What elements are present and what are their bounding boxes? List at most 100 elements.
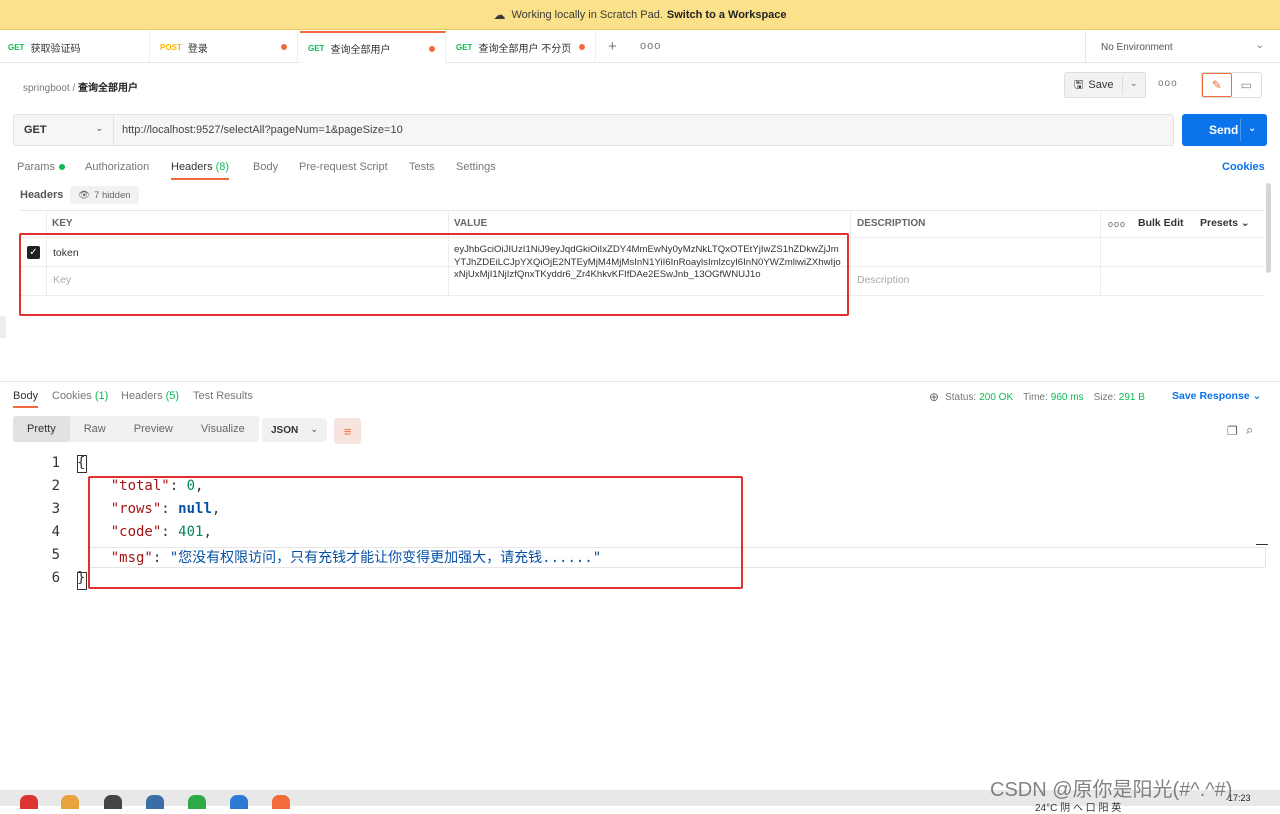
chrome-icon[interactable]	[20, 795, 38, 809]
tab-body[interactable]: Body	[253, 161, 278, 173]
url-input[interactable]: http://localhost:9527/selectAll?pageNum=…	[114, 124, 403, 136]
code-line-6[interactable]: }	[77, 570, 85, 586]
new-description-input[interactable]: Description	[857, 274, 910, 286]
tab-settings[interactable]: Settings	[456, 161, 496, 173]
tab-params[interactable]: Params	[17, 161, 65, 173]
unsaved-dot	[429, 46, 435, 52]
comments-icon[interactable]: ▭	[1232, 73, 1261, 97]
time-label: Time:	[1023, 391, 1048, 403]
edit-icon[interactable]: ✎	[1202, 73, 1232, 97]
scratchpad-banner: ☁ Working locally in Scratch Pad. Switch…	[0, 0, 1280, 30]
tab-label: 查询全部用户	[330, 44, 391, 56]
bulk-edit-button[interactable]: Bulk Edit	[1138, 217, 1184, 229]
breadcrumb-request[interactable]: 查询全部用户	[78, 83, 138, 94]
view-raw[interactable]: Raw	[70, 416, 120, 442]
col-key: KEY	[52, 218, 73, 229]
search-icon[interactable]: ⌕	[1246, 422, 1253, 438]
resize-handle[interactable]	[0, 316, 6, 338]
hidden-headers-toggle[interactable]: 👁 7 hidden	[70, 186, 139, 204]
res-tab-headers[interactable]: Headers (5)	[121, 390, 179, 402]
line-number: 5	[51, 547, 60, 563]
res-tab-test-results[interactable]: Test Results	[193, 390, 253, 402]
divider	[1122, 76, 1123, 94]
folder-icon[interactable]	[61, 795, 79, 809]
code-line-1[interactable]: {	[77, 455, 85, 471]
cookies-link[interactable]: Cookies	[1222, 161, 1265, 173]
postman-icon[interactable]	[272, 795, 290, 809]
app-icon[interactable]	[104, 795, 122, 809]
breadcrumb-collection[interactable]: springboot	[23, 83, 70, 94]
chevron-down-icon[interactable]: ⌄	[1248, 123, 1256, 134]
res-cookies-label: Cookies	[52, 390, 92, 402]
tab-method: GET	[308, 43, 325, 53]
res-tab-cookies[interactable]: Cookies (1)	[52, 390, 108, 402]
line-number: 1	[51, 455, 60, 471]
column-options-icon[interactable]: ooo	[1108, 219, 1126, 229]
tab-authorization[interactable]: Authorization	[85, 161, 149, 173]
response-divider[interactable]	[0, 381, 1280, 382]
environment-label: No Environment	[1101, 41, 1173, 53]
tab-label: 获取验证码	[30, 43, 81, 55]
time-value[interactable]: 960 ms	[1051, 392, 1084, 403]
token-highlight-box	[19, 233, 849, 316]
tab-label: 查询全部用户 不分页	[478, 43, 572, 55]
banner-text: Working locally in Scratch Pad.	[511, 8, 663, 21]
tab-get-captcha[interactable]: GET 获取验证码	[0, 31, 150, 63]
environment-select[interactable]: No Environment ⌄	[1085, 31, 1280, 63]
line-number: 6	[51, 570, 60, 586]
edge-icon[interactable]	[230, 795, 248, 809]
eye-icon: 👁	[78, 189, 91, 201]
tab-tests[interactable]: Tests	[409, 161, 435, 173]
send-button[interactable]: Send ⌄	[1182, 114, 1267, 146]
tab-params-label: Params	[17, 161, 55, 173]
format-label: JSON	[271, 424, 299, 436]
format-select[interactable]: JSON ⌄	[262, 418, 327, 442]
save-label: Save	[1088, 79, 1114, 91]
breadcrumb: springboot / 查询全部用户	[23, 79, 138, 94]
response-highlight-box	[88, 476, 743, 589]
col-description: DESCRIPTION	[857, 218, 926, 229]
chevron-down-icon: ⌄	[95, 123, 103, 133]
method-select[interactable]: GET ⌄	[14, 115, 114, 145]
new-tab-icon[interactable]: +	[608, 38, 617, 55]
chevron-down-icon: ⌄	[1255, 40, 1264, 51]
tab-query-all-users-no-page[interactable]: GET 查询全部用户 不分页	[448, 31, 596, 63]
response-meta: ⊕ Status: 200 OK Time: 960 ms Size: 291 …	[929, 390, 1155, 404]
view-visualize[interactable]: Visualize	[187, 416, 259, 442]
save-button[interactable]: 🖫 Save ⌄	[1064, 72, 1146, 98]
col-value: VALUE	[454, 218, 488, 229]
wechat-icon[interactable]	[188, 795, 206, 809]
view-preview[interactable]: Preview	[120, 416, 187, 442]
res-tab-body[interactable]: Body	[13, 390, 39, 408]
side-panel-toggles: ✎ ▭	[1201, 72, 1262, 98]
unsaved-dot	[281, 44, 287, 50]
copy-icon[interactable]: ❐	[1227, 424, 1238, 438]
size-value[interactable]: 291 B	[1119, 392, 1145, 403]
tab-prerequest-script[interactable]: Pre-request Script	[299, 161, 388, 173]
status-value[interactable]: 200 OK	[979, 392, 1013, 403]
line-number: 3	[51, 501, 60, 517]
res-headers-label: Headers	[121, 390, 163, 402]
more-tabs-icon[interactable]: ooo	[640, 40, 661, 52]
tab-query-all-users[interactable]: GET 查询全部用户	[300, 31, 446, 63]
save-response-button[interactable]: Save Response ⌄	[1172, 390, 1261, 402]
headers-count: (8)	[215, 161, 230, 173]
scrollbar[interactable]	[1266, 183, 1271, 273]
switch-workspace-link[interactable]: Switch to a Workspace	[667, 9, 787, 21]
tab-post-login[interactable]: POST 登录	[152, 31, 298, 63]
chevron-down-icon: ⌄	[1252, 390, 1262, 402]
globe-icon[interactable]: ⊕	[929, 390, 939, 404]
save-response-label: Save Response	[1172, 390, 1250, 402]
more-actions-icon[interactable]: ooo	[1158, 78, 1178, 89]
wrap-lines-icon[interactable]: ≡	[334, 418, 361, 444]
line-number: 2	[51, 478, 60, 494]
tab-method: GET	[8, 42, 25, 52]
view-mode-tabs: Pretty Raw Preview Visualize	[13, 416, 259, 442]
presets-dropdown[interactable]: Presets ⌄	[1200, 217, 1250, 229]
chevron-down-icon[interactable]: ⌄	[1130, 78, 1138, 89]
hidden-headers-label: 7 hidden	[94, 189, 131, 201]
app-icon[interactable]	[146, 795, 164, 809]
tab-headers[interactable]: Headers (8)	[171, 161, 230, 180]
cloud-off-icon: ☁	[493, 7, 506, 22]
view-pretty[interactable]: Pretty	[13, 416, 70, 442]
